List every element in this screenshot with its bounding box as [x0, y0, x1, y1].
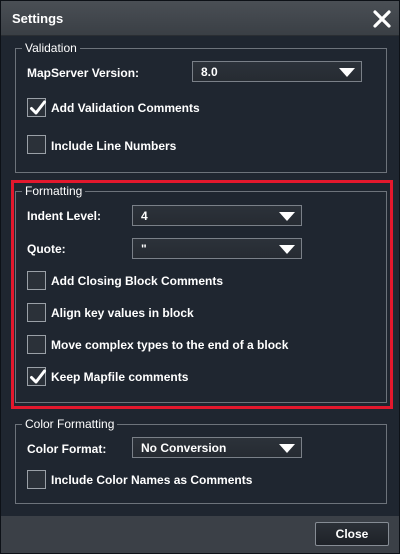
mapserver-version-value: 8.0: [201, 65, 218, 79]
chevron-down-icon: [279, 444, 295, 453]
quote-select[interactable]: ": [132, 238, 302, 259]
dialog-title: Settings: [12, 11, 64, 26]
close-icon[interactable]: [371, 8, 393, 30]
formatting-legend: Formatting: [22, 184, 86, 198]
chevron-down-icon: [339, 68, 355, 77]
indent-level-label: Indent Level:: [27, 209, 102, 223]
validation-group: Validation MapServer Version: 8.0 Add Va…: [15, 41, 387, 173]
move-complex-types-label: Move complex types to the end of a block: [51, 338, 289, 352]
quote-label: Quote:: [27, 242, 66, 256]
indent-level-select[interactable]: 4: [132, 205, 302, 226]
keep-mapfile-comments-checkbox[interactable]: [27, 367, 46, 386]
add-validation-comments-label: Add Validation Comments: [51, 101, 200, 115]
close-button[interactable]: Close: [315, 522, 389, 546]
include-line-numbers-label: Include Line Numbers: [51, 139, 177, 153]
quote-value: ": [141, 242, 147, 256]
mapserver-version-label: MapServer Version:: [27, 66, 140, 80]
chevron-down-icon: [279, 245, 295, 254]
validation-legend: Validation: [22, 41, 80, 55]
add-closing-block-comments-label: Add Closing Block Comments: [51, 274, 224, 288]
dialog-footer: Close: [1, 516, 399, 553]
color-formatting-legend: Color Formatting: [22, 417, 118, 431]
formatting-group: Formatting Indent Level: 4 Quote: " Add …: [15, 184, 387, 403]
mapserver-version-select[interactable]: 8.0: [192, 61, 362, 82]
align-key-values-label: Align key values in block: [51, 306, 194, 320]
color-format-select[interactable]: No Conversion: [132, 437, 302, 458]
keep-mapfile-comments-label: Keep Mapfile comments: [51, 370, 189, 384]
settings-dialog: Settings Validation MapServer Version: 8…: [0, 0, 400, 554]
include-color-names-checkbox[interactable]: [27, 470, 46, 489]
chevron-down-icon: [279, 212, 295, 221]
color-format-label: Color Format:: [27, 442, 107, 456]
indent-level-value: 4: [141, 209, 148, 223]
title-bar: Settings: [1, 1, 399, 36]
move-complex-types-checkbox[interactable]: [27, 335, 46, 354]
add-closing-block-comments-checkbox[interactable]: [27, 271, 46, 290]
checkmark-icon: [30, 369, 46, 384]
color-format-value: No Conversion: [141, 441, 227, 455]
include-color-names-label: Include Color Names as Comments: [51, 473, 253, 487]
add-validation-comments-checkbox[interactable]: [27, 98, 46, 117]
include-line-numbers-checkbox[interactable]: [27, 135, 46, 154]
align-key-values-checkbox[interactable]: [27, 303, 46, 322]
checkmark-icon: [30, 100, 46, 115]
color-formatting-group: Color Formatting Color Format: No Conver…: [15, 417, 387, 504]
